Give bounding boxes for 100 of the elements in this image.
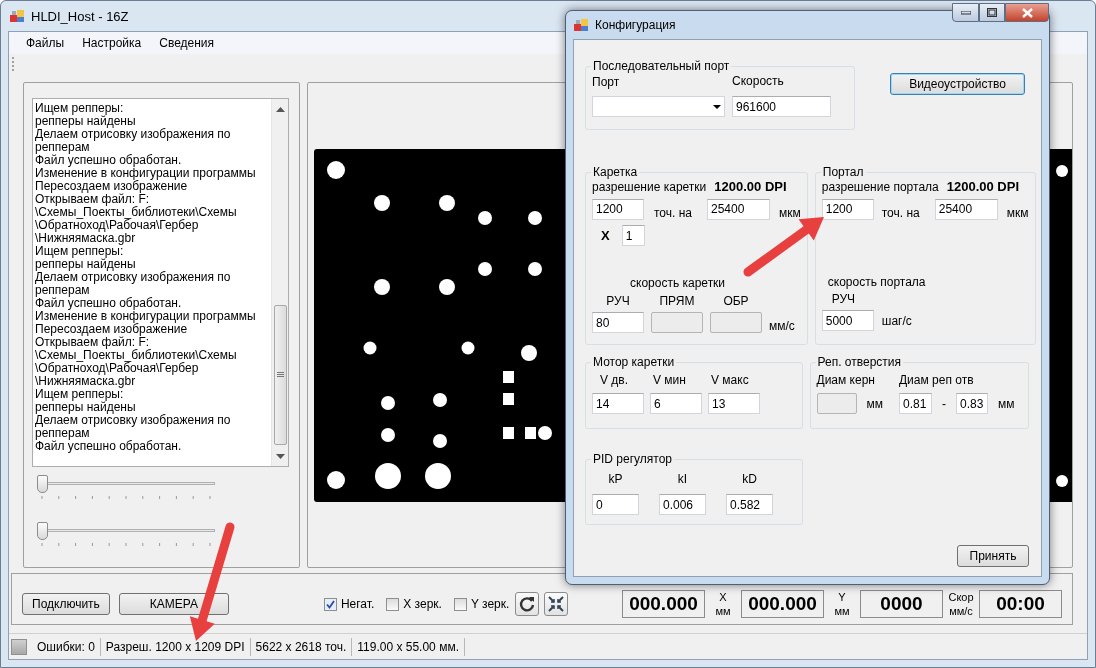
app-icon (9, 8, 25, 24)
log-line: \Нижняямаска.gbr (35, 232, 136, 245)
log-line: Файл успешно обработан. (35, 440, 183, 453)
readout-display: 000.000 (741, 590, 824, 618)
log-line: Ищем репперы: (35, 388, 124, 401)
status-text: 119.00 x 55.00 мм. (352, 637, 465, 656)
section-label: скорость каретки (630, 276, 726, 290)
status-text: Ошибки: 0 (32, 637, 101, 656)
input-field[interactable]: 0.83 (956, 393, 988, 414)
log-line: Изменение в конфигурации программы (35, 167, 257, 180)
resolution-value: 1200.00 DPI (714, 179, 787, 194)
input-field[interactable]: 0.006 (659, 494, 706, 515)
log-line: \Обратноход\Рабочая\Гербер (35, 362, 199, 375)
input-field[interactable]: 0.582 (726, 494, 773, 515)
log-line: Файл успешно обработан. (35, 154, 183, 167)
input-field[interactable]: 0 (592, 494, 639, 515)
field-label: разрешение каретки (592, 179, 707, 194)
app-icon (573, 17, 589, 33)
menu-item[interactable]: Файлы (17, 34, 74, 52)
maximize-icon (987, 8, 997, 17)
log-line: Ищем репперы: (35, 102, 124, 115)
slider-thumb[interactable] (37, 475, 48, 493)
log-line: \Схемы_Поекты_библиотеки\Схемы (35, 206, 238, 219)
refresh-button[interactable] (515, 592, 540, 616)
log-line: \Обратноход\Рабочая\Гербер (35, 219, 199, 232)
input-field[interactable]: 1200 (592, 198, 644, 220)
log-line: Изменение в конфигурации программы (35, 310, 257, 323)
scroll-up-icon[interactable] (275, 107, 285, 113)
input-field[interactable]: 1 (621, 225, 645, 246)
slider[interactable] (37, 522, 215, 549)
input-field[interactable]: 5000 (821, 310, 874, 331)
readout-label: Скор (948, 590, 974, 604)
log-line: репперам (35, 141, 90, 154)
log-line: Файл успешно обработан. (35, 297, 183, 310)
scroll-thumb[interactable] (273, 305, 287, 445)
group-title: Последовательный порт (592, 59, 731, 73)
input-field[interactable]: 961600 (732, 96, 831, 117)
button[interactable]: Принять (957, 545, 1029, 567)
shrink-button[interactable] (544, 592, 569, 616)
log-line: Открываем файл: F: (35, 193, 150, 206)
close-button[interactable] (1005, 3, 1049, 22)
input-field[interactable]: 80 (592, 312, 644, 333)
button[interactable]: Подключить (22, 593, 110, 615)
input-field[interactable]: 1200 (821, 198, 874, 220)
button[interactable]: КАМЕРА (118, 593, 229, 615)
log-line: Делаем отрисовку изображения по (35, 271, 232, 284)
input-field[interactable]: 14 (592, 393, 644, 414)
log-line: Ищем репперы: (35, 245, 124, 258)
group-title: PID регулятор (592, 452, 673, 466)
field-label: Диам керн (816, 373, 875, 387)
log-line: Пересоздаем изображение (35, 323, 188, 336)
scrollbar[interactable] (271, 99, 288, 466)
log-line: репперы найдены (35, 401, 137, 414)
maximize-button[interactable] (979, 3, 1005, 22)
section-label: скорость портала (827, 275, 926, 289)
minimize-icon (960, 10, 971, 15)
field-label: kD (742, 472, 757, 486)
input-field[interactable]: 25400 (934, 198, 998, 220)
checkbox-label: Негат. (340, 597, 375, 611)
grip-icon (276, 372, 284, 378)
group-title: Мотор каретки (592, 355, 676, 369)
separator-label: - (942, 396, 946, 411)
field-label: kI (677, 472, 688, 486)
readout-display: 000.000 (622, 590, 705, 618)
shrink-arrows-icon (547, 595, 566, 613)
unit-label: мм/с (769, 319, 795, 333)
unit-label: мм (998, 396, 1015, 411)
menu-item[interactable]: Сведения (150, 34, 224, 52)
checkbox-label: X зерк. (403, 597, 442, 611)
field-label: разрешение портала (821, 179, 939, 194)
field-label: V мин (653, 373, 686, 387)
input-field[interactable]: 13 (708, 393, 760, 414)
input-field[interactable]: 25400 (707, 198, 770, 220)
field-label: Скорость (732, 74, 784, 88)
readout-label: X (719, 590, 727, 604)
slider[interactable] (37, 475, 215, 502)
menu-item[interactable]: Настройка (73, 34, 151, 52)
field-label: РУЧ (831, 292, 856, 306)
unit-label: мкм (1006, 206, 1029, 220)
unit-label: шаг/с (881, 313, 912, 328)
checkbox[interactable] (453, 597, 467, 611)
slider-thumb[interactable] (37, 522, 48, 540)
log-line: репперы найдены (35, 258, 137, 271)
button[interactable]: Видеоустройство (890, 73, 1025, 95)
field-label: kP (608, 472, 623, 486)
readout-label: Y (838, 590, 846, 604)
input-field[interactable]: 6 (650, 393, 702, 414)
input-field[interactable]: 0.81 (899, 393, 932, 414)
group-title: Портал (821, 165, 865, 179)
field-label: Диам реп отв (898, 373, 974, 387)
dropdown-arrow-icon (713, 104, 721, 109)
dialog-title: Конфигурация (595, 18, 676, 32)
unit-label: мм (834, 604, 850, 618)
readout-display: 00:00 (979, 590, 1062, 618)
unit-label: мкм (779, 206, 801, 220)
multiplier-label: X (601, 228, 610, 243)
scroll-down-icon[interactable] (275, 454, 285, 460)
minimize-button[interactable] (952, 3, 979, 22)
checkbox[interactable] (386, 597, 400, 611)
checkbox[interactable] (323, 597, 337, 611)
